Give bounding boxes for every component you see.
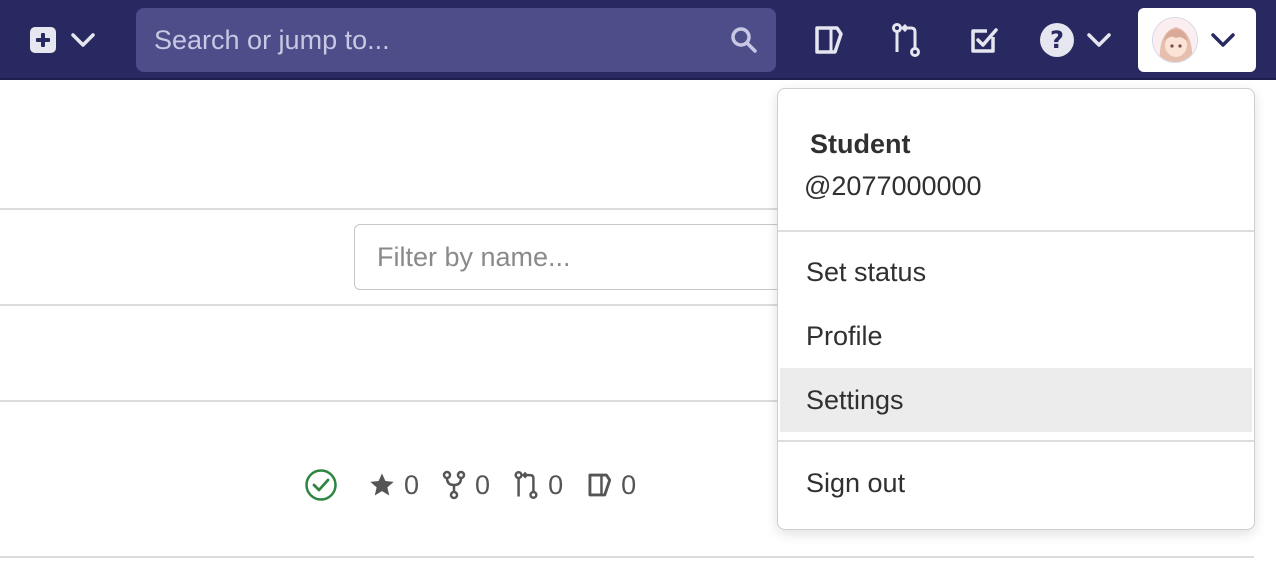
- stars-count[interactable]: 0: [368, 470, 419, 501]
- search-bar[interactable]: [136, 8, 776, 72]
- issues-value: 0: [621, 469, 637, 500]
- chevron-down-icon: [71, 33, 95, 47]
- section-divider: [0, 400, 778, 402]
- user-menu-button[interactable]: [1138, 8, 1256, 72]
- forks-count[interactable]: 0: [441, 470, 490, 501]
- filter-input[interactable]: [377, 241, 771, 273]
- user-handle: @2077000000: [804, 171, 982, 201]
- todos-nav-button[interactable]: [964, 20, 1004, 60]
- pipeline-passed-icon[interactable]: [304, 468, 338, 502]
- star-icon: [370, 473, 394, 496]
- menu-item-settings[interactable]: Settings: [780, 368, 1252, 432]
- filter-field[interactable]: [354, 224, 794, 290]
- merge-request-icon: [892, 23, 920, 57]
- merge-requests-value: 0: [548, 469, 564, 500]
- issues-nav-button[interactable]: [808, 20, 848, 60]
- menu-item-sign-out[interactable]: Sign out: [780, 451, 1252, 515]
- section-divider: [0, 208, 778, 210]
- help-menu-button[interactable]: ?: [1040, 20, 1116, 60]
- avatar: [1152, 17, 1198, 63]
- chevron-down-icon: [1211, 33, 1235, 47]
- merge-request-icon: [514, 471, 538, 499]
- user-name: Student: [810, 129, 911, 159]
- project-stats: 0 0 0 0: [304, 466, 658, 504]
- forks-value: 0: [475, 469, 491, 500]
- menu-item-set-status[interactable]: Set status: [780, 240, 1252, 304]
- fork-icon: [442, 470, 466, 500]
- user-dropdown-menu: Student @2077000000 Set status Profile S…: [777, 88, 1255, 530]
- stars-value: 0: [404, 469, 420, 500]
- search-icon[interactable]: [730, 26, 758, 54]
- menu-divider: [778, 440, 1254, 442]
- top-navbar: ?: [0, 0, 1276, 80]
- merge-requests-nav-button[interactable]: [886, 20, 926, 60]
- search-input[interactable]: [154, 24, 730, 56]
- section-divider: [0, 556, 1254, 558]
- issues-count[interactable]: 0: [585, 470, 636, 501]
- new-menu-button[interactable]: [20, 16, 110, 64]
- merge-requests-count[interactable]: 0: [512, 470, 563, 501]
- menu-divider: [778, 230, 1254, 232]
- issues-icon: [815, 26, 843, 54]
- chevron-down-icon: [1087, 33, 1111, 47]
- section-divider: [0, 304, 778, 306]
- todo-icon: [971, 28, 998, 53]
- menu-item-profile[interactable]: Profile: [780, 304, 1252, 368]
- issues-icon: [588, 473, 612, 497]
- plus-square-icon: [30, 27, 56, 53]
- help-icon: ?: [1040, 23, 1074, 57]
